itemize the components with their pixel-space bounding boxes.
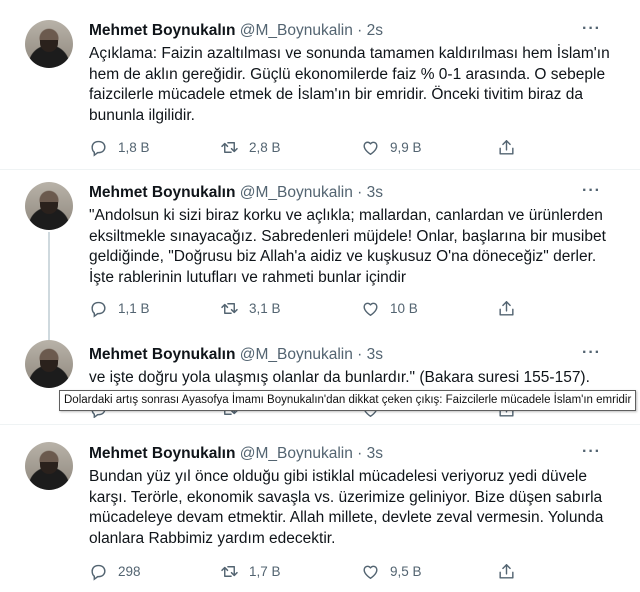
tweet-time[interactable]: · 3s <box>357 184 383 201</box>
like-icon <box>363 410 378 417</box>
tweet-text: Bundan yüz yıl önce olduğu gibi istiklal… <box>89 467 624 549</box>
reply-count: 298 <box>118 563 141 579</box>
tweet-text-line: hem de aklın gereğidir. Güçlü ekonomiler… <box>89 65 606 83</box>
author-handle[interactable]: @M_Boynukalin <box>240 445 353 462</box>
author-name[interactable]: Mehmet Boynukalın <box>89 184 235 201</box>
avatar[interactable] <box>25 182 73 230</box>
like-count: 10 B <box>390 300 418 316</box>
tweet-4[interactable]: Mehmet Boynukalın @M_Boynukalin · 3s ···… <box>0 425 640 592</box>
reply-count: 1,8 B <box>118 139 150 155</box>
retweet-button[interactable]: 1,7 B <box>220 561 281 581</box>
share-button[interactable] <box>497 298 526 318</box>
avatar[interactable] <box>25 20 73 68</box>
like-count: 9,5 B <box>390 563 422 579</box>
tweet-header: Mehmet Boynukalın @M_Boynukalin · 3s <box>89 346 383 364</box>
avatar[interactable] <box>25 442 73 490</box>
share-icon <box>499 139 514 155</box>
tweet-text-line: faizcilerle mücadele etmek de İslam'ın b… <box>89 86 583 103</box>
like-button[interactable]: 10 B <box>361 298 418 318</box>
reply-button[interactable]: 298 <box>89 561 141 581</box>
retweet-count: 2,8 B <box>249 139 281 155</box>
retweet-count: 3,1 B <box>249 300 281 316</box>
tweet-text-line: "Andolsun ki sizi biraz korku ve açlıkla… <box>89 207 603 224</box>
reply-count: 1,1 B <box>118 300 150 316</box>
author-name[interactable]: Mehmet Boynukalın <box>89 22 235 39</box>
author-name[interactable]: Mehmet Boynukalın <box>89 346 235 363</box>
tweet-1[interactable]: Mehmet Boynukalın @M_Boynukalin · 2s ···… <box>0 0 640 170</box>
like-count: 9,9 B <box>390 139 422 155</box>
share-icon <box>499 410 514 417</box>
tweet-actions-obscured <box>89 410 549 418</box>
tweet-2[interactable]: Mehmet Boynukalın @M_Boynukalin · 3s ···… <box>0 170 640 330</box>
reply-icon <box>91 140 106 157</box>
tweet-text-line: olanlara Rabbimiz yardım edecektir. <box>89 529 336 547</box>
tweet-text-line: karşı. Terörle, ekonomik savaşla vs. üze… <box>89 488 603 506</box>
author-handle[interactable]: @M_Boynukalin <box>240 22 353 39</box>
share-icon <box>499 300 514 316</box>
reply-icon <box>91 301 106 318</box>
author-handle[interactable]: @M_Boynukalin <box>240 184 353 201</box>
tweet-header: Mehmet Boynukalın @M_Boynukalin · 3s <box>89 184 383 202</box>
tweet-actions: 1,1 B 3,1 B 10 B <box>89 298 549 318</box>
tweet-time[interactable]: · 3s <box>357 346 383 363</box>
avatar[interactable] <box>25 340 73 388</box>
tweet-header: Mehmet Boynukalın @M_Boynukalin · 2s <box>89 22 383 40</box>
share-button[interactable] <box>497 561 526 581</box>
tweet-text-line: Açıklama: Faizin azaltılması ve sonunda … <box>89 45 610 62</box>
tweet-text-line: mücadeleye devam etmektir. Allah millete… <box>89 509 604 526</box>
retweet-button[interactable]: 3,1 B <box>220 298 281 318</box>
tweet-text-line: bununla ilgilidir. <box>89 106 195 124</box>
like-button[interactable]: 9,5 B <box>361 561 422 581</box>
retweet-count: 1,7 B <box>249 563 281 579</box>
tweet-text-line: geldiğinde, "Doğrusu biz Allah'a aidiz v… <box>89 248 597 265</box>
reply-button[interactable]: 1,8 B <box>89 137 150 157</box>
tweet-text-line: Bundan yüz yıl önce olduğu gibi istiklal… <box>89 468 587 485</box>
tweet-time[interactable]: · 2s <box>357 22 383 39</box>
reply-icon <box>91 564 106 581</box>
tweet-text: Açıklama: Faizin azaltılması ve sonunda … <box>89 44 624 126</box>
like-icon <box>363 141 378 155</box>
tweet-actions: 298 1,7 B 9,5 B <box>89 561 549 581</box>
more-options-icon[interactable]: ··· <box>582 443 601 461</box>
tweet-text: "Andolsun ki sizi biraz korku ve açlıkla… <box>89 206 624 288</box>
tweet-header: Mehmet Boynukalın @M_Boynukalin · 3s <box>89 445 383 463</box>
like-icon <box>363 302 378 316</box>
tooltip: Dolardaki artış sonrası Ayasofya İmamı B… <box>59 390 637 411</box>
retweet-icon <box>221 565 238 577</box>
more-options-icon[interactable]: ··· <box>582 182 601 200</box>
author-name[interactable]: Mehmet Boynukalın <box>89 445 235 462</box>
reply-icon <box>91 410 106 418</box>
tweet-text-line: eksiltmekle sınayacağız. Sabredenleri mü… <box>89 227 606 245</box>
share-button[interactable] <box>497 137 526 157</box>
tweet-text-line: İşte rablerinin lutufları ve rahmeti bun… <box>89 268 407 286</box>
retweet-icon <box>221 302 238 314</box>
retweet-icon <box>221 141 238 153</box>
author-handle[interactable]: @M_Boynukalin <box>240 346 353 363</box>
more-options-icon[interactable]: ··· <box>582 344 601 362</box>
tweet-time[interactable]: · 3s <box>357 445 383 462</box>
share-icon <box>499 563 514 579</box>
more-options-icon[interactable]: ··· <box>582 20 601 38</box>
like-button[interactable]: 9,9 B <box>361 137 422 157</box>
tweet-text-line: ve işte doğru yola ulaşmış olanlar da bu… <box>89 369 590 386</box>
reply-button[interactable]: 1,1 B <box>89 298 150 318</box>
tweet-actions: 1,8 B 2,8 B 9,9 B <box>89 137 549 157</box>
tweet-text: ve işte doğru yola ulaşmış olanlar da bu… <box>89 368 624 389</box>
retweet-button[interactable]: 2,8 B <box>220 137 281 157</box>
like-icon <box>363 565 378 579</box>
retweet-icon <box>224 410 238 415</box>
